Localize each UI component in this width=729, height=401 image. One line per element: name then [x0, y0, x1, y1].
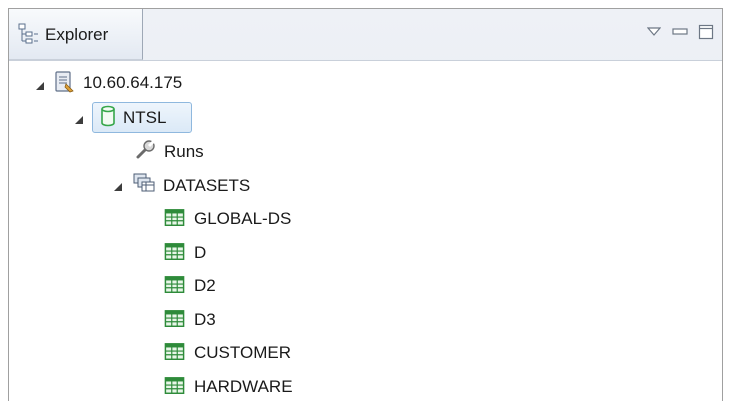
maximize-icon [698, 24, 714, 40]
minimize-button[interactable] [672, 24, 688, 40]
table-icon [164, 242, 185, 260]
server-label: 10.60.64.175 [83, 73, 183, 92]
wrench-icon [136, 139, 156, 159]
datasets-label: DATASETS [163, 176, 251, 195]
expanded-arrow-icon[interactable] [34, 80, 46, 92]
expanded-arrow-icon[interactable] [73, 114, 85, 126]
explorer-icon [18, 23, 38, 44]
dataset-label: HARDWARE [194, 377, 293, 396]
dataset-label: D3 [194, 309, 216, 329]
database-label: NTSL [123, 108, 167, 127]
table-icon [164, 209, 185, 226]
view-controls [646, 21, 714, 43]
explorer-view: Explorer 10.60.64.175 NTSL Runs DATASETS… [8, 8, 723, 401]
tab-explorer[interactable]: Explorer [9, 9, 143, 60]
table-icon [164, 276, 185, 294]
server-icon [55, 71, 74, 93]
dataset-label: CUSTOMER [194, 343, 291, 363]
database-icon [101, 105, 115, 127]
chevron-down-icon [647, 27, 661, 36]
dataset-label: GLOBAL-DS [194, 209, 292, 228]
runs-label: Runs [164, 142, 204, 161]
table-icon [164, 309, 185, 327]
maximize-button[interactable] [698, 24, 714, 40]
tree-panel: 10.60.64.175 NTSL Runs DATASETS GLOBAL-D… [9, 60, 722, 401]
minimize-icon [672, 28, 688, 35]
tab-explorer-label: Explorer [45, 25, 109, 44]
dataset-label: D2 [194, 276, 216, 296]
expanded-arrow-icon[interactable] [112, 181, 124, 193]
view-menu-button[interactable] [646, 24, 662, 40]
table-icon [164, 377, 185, 394]
table-icon [164, 343, 185, 361]
datasets-folder-icon [133, 173, 155, 192]
dataset-label: D [194, 242, 207, 262]
